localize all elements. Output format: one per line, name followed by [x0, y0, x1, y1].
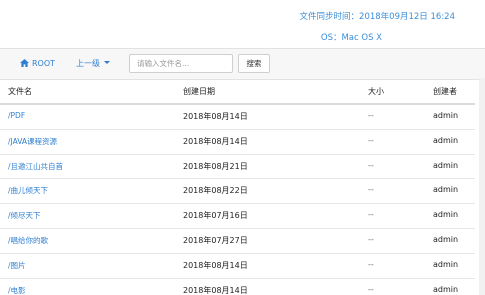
- up-level-dropdown[interactable]: 上一级: [76, 58, 110, 70]
- file-creator: admin: [433, 185, 459, 195]
- file-creator: admin: [433, 259, 459, 269]
- file-creator: admin: [433, 210, 459, 220]
- search-input[interactable]: [129, 54, 233, 73]
- table-body: /PDF 2018年08月14日 -- admin /JAVA课程资源 2018…: [0, 105, 475, 295]
- table-row: /曲儿倾天下 2018年08月22日 -- admin: [0, 179, 475, 205]
- file-date: 2018年07月16日: [183, 211, 248, 221]
- file-date: 2018年08月22日: [183, 186, 248, 196]
- table-row: /JAVA课程资源 2018年08月14日 -- admin: [0, 130, 475, 155]
- home-icon: [20, 59, 29, 67]
- search-button[interactable]: 搜索: [238, 54, 270, 73]
- os-text: OS：Mac OS X: [320, 33, 382, 43]
- root-label: ROOT: [32, 59, 56, 68]
- table-row: /图片 2018年08月14日 -- admin: [0, 254, 475, 279]
- file-creator: admin: [433, 160, 459, 170]
- file-date: 2018年08月14日: [183, 112, 248, 121]
- file-creator: admin: [433, 135, 459, 145]
- file-name-link[interactable]: /曲儿倾天下: [8, 185, 48, 196]
- file-name-link[interactable]: /且邀江山共自首: [8, 161, 63, 172]
- table-row: /且邀江山共自首 2018年08月21日 -- admin: [0, 155, 475, 180]
- file-size: --: [368, 160, 374, 170]
- table-row: /唱给你的歌 2018年07月27日 -- admin: [0, 229, 475, 254]
- table-row: /PDF 2018年08月14日 -- admin: [0, 105, 475, 130]
- file-size: --: [368, 111, 374, 120]
- column-header-date: 创建日期: [183, 87, 215, 96]
- caret-down-icon: [104, 61, 110, 64]
- file-size: --: [368, 210, 374, 220]
- column-header-creator: 创建者: [433, 87, 457, 96]
- file-date: 2018年08月14日: [183, 285, 248, 295]
- file-date: 2018年08月21日: [183, 161, 248, 171]
- file-size: --: [368, 135, 374, 145]
- file-name-link[interactable]: /倾尽天下: [8, 210, 41, 221]
- file-date: 2018年07月27日: [183, 235, 248, 245]
- file-size: --: [368, 259, 374, 269]
- file-size: --: [368, 284, 374, 294]
- file-browser-page: 文件同步时间：2018年09月12日 16:24 OS：Mac OS X ROO…: [0, 0, 485, 295]
- file-name-link[interactable]: /图片: [8, 260, 26, 271]
- file-name-link[interactable]: /电影: [8, 285, 26, 295]
- file-date: 2018年08月14日: [183, 136, 248, 146]
- column-header-size: 大小: [368, 87, 384, 96]
- table-header: 文件名 创建日期 大小 创建者: [0, 80, 475, 105]
- column-header-name: 文件名: [8, 87, 32, 96]
- file-creator: admin: [433, 234, 459, 244]
- table-row: /电影 2018年08月14日 -- admin: [0, 279, 475, 295]
- file-name-link[interactable]: /PDF: [8, 111, 25, 120]
- file-size: --: [368, 185, 374, 195]
- sync-time-text: 文件同步时间：2018年09月12日 16:24: [299, 12, 455, 22]
- up-level-label: 上一级: [76, 59, 100, 68]
- table-row: /倾尽天下 2018年07月16日 -- admin: [0, 204, 475, 229]
- file-date: 2018年08月14日: [183, 260, 248, 270]
- file-name-link[interactable]: /JAVA课程资源: [8, 136, 57, 147]
- file-size: --: [368, 234, 374, 244]
- root-link[interactable]: ROOT: [20, 58, 55, 70]
- file-name-link[interactable]: /唱给你的歌: [8, 235, 48, 246]
- toolbar: ROOT 上一级 搜索: [0, 48, 485, 80]
- vertical-scrollbar[interactable]: [479, 78, 485, 295]
- file-creator: admin: [433, 284, 459, 294]
- file-creator: admin: [433, 111, 459, 120]
